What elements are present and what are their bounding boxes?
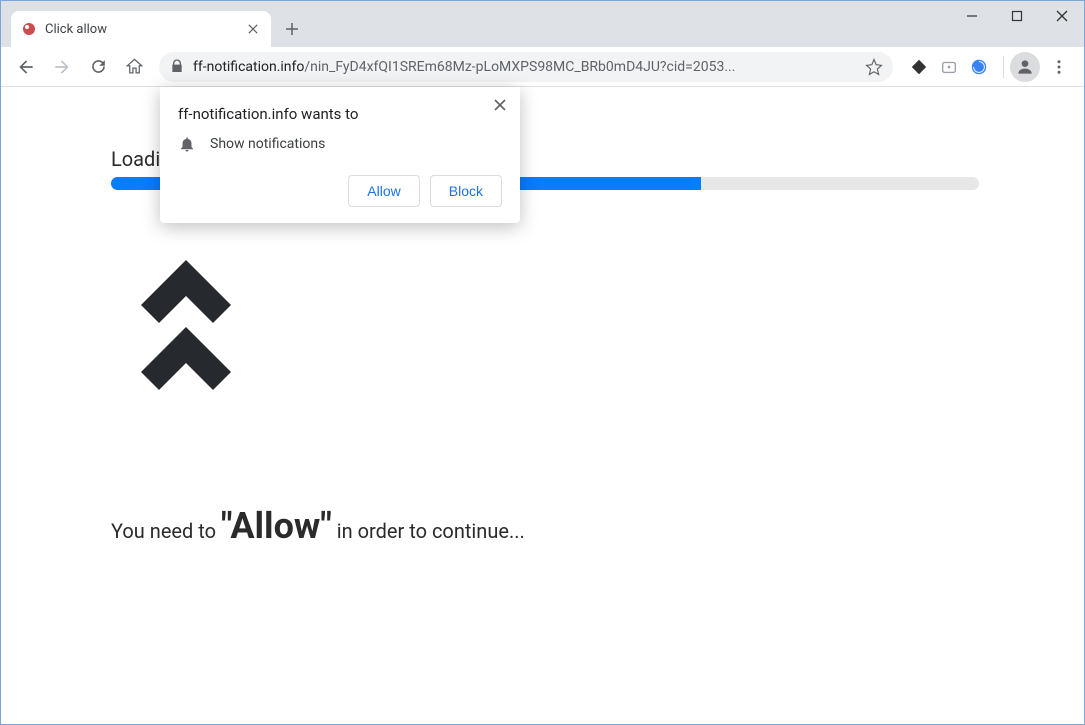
bookmark-button[interactable] xyxy=(865,58,883,76)
prompt-close-button[interactable] xyxy=(492,97,508,113)
extension-icons xyxy=(901,55,997,79)
minimize-button[interactable] xyxy=(949,1,994,31)
extension-icon-1[interactable] xyxy=(907,55,931,79)
plus-icon xyxy=(285,22,299,36)
double-chevron-up-icon xyxy=(131,245,974,390)
prompt-actions: Allow Block xyxy=(178,175,502,207)
instruction-message: You need to "Allow" in order to continue… xyxy=(111,505,974,547)
close-icon xyxy=(248,24,258,34)
home-button[interactable] xyxy=(117,50,151,84)
bell-icon xyxy=(178,135,196,153)
forward-button[interactable] xyxy=(45,50,79,84)
tabs-row: Click allow xyxy=(1,9,307,47)
browser-toolbar: ff-notification.info/nin_FyD4xfQI1SREm68… xyxy=(1,47,1084,87)
tab-favicon-icon xyxy=(21,21,37,37)
address-bar[interactable]: ff-notification.info/nin_FyD4xfQI1SREm68… xyxy=(159,52,893,82)
close-icon xyxy=(1056,10,1068,22)
toolbar-divider xyxy=(1003,56,1004,78)
star-icon xyxy=(865,58,883,76)
msg-part2: in order to continue... xyxy=(332,519,525,543)
title-bar: Click allow xyxy=(1,1,1084,47)
notification-permission-prompt: ff-notification.info wants to Show notif… xyxy=(160,87,520,223)
prompt-permission-text: Show notifications xyxy=(210,136,325,152)
minimize-icon xyxy=(966,10,978,22)
new-tab-button[interactable] xyxy=(277,14,307,44)
extension-icon-2[interactable] xyxy=(937,55,961,79)
extension-icon-3[interactable] xyxy=(967,55,991,79)
reload-icon xyxy=(89,57,108,76)
msg-emphasis: "Allow" xyxy=(221,505,332,547)
arrow-left-icon xyxy=(16,57,36,77)
prompt-permission-row: Show notifications xyxy=(178,135,502,153)
menu-button[interactable] xyxy=(1042,50,1076,84)
url-text: ff-notification.info/nin_FyD4xfQI1SREm68… xyxy=(193,59,859,75)
home-icon xyxy=(125,57,144,76)
reload-button[interactable] xyxy=(81,50,115,84)
prompt-title: ff-notification.info wants to xyxy=(178,105,502,123)
maximize-icon xyxy=(1011,10,1023,22)
window-controls xyxy=(949,1,1084,31)
url-domain: ff-notification.info xyxy=(193,59,304,75)
browser-tab[interactable]: Click allow xyxy=(11,11,271,47)
maximize-button[interactable] xyxy=(994,1,1039,31)
block-button[interactable]: Block xyxy=(430,175,502,207)
user-icon xyxy=(1015,57,1035,77)
kebab-icon xyxy=(1050,58,1068,76)
profile-button[interactable] xyxy=(1010,52,1040,82)
msg-part1: You need to xyxy=(111,519,221,543)
close-window-button[interactable] xyxy=(1039,1,1084,31)
url-path: /nin_FyD4xfQI1SREm68Mz-pLoMXPS98MC_BRb0m… xyxy=(304,59,735,75)
allow-button[interactable]: Allow xyxy=(348,175,419,207)
back-button[interactable] xyxy=(9,50,43,84)
arrow-right-icon xyxy=(52,57,72,77)
tab-title: Click allow xyxy=(45,22,237,37)
close-icon xyxy=(494,99,506,111)
tab-close-button[interactable] xyxy=(245,21,261,37)
lock-icon xyxy=(169,58,187,76)
page-content: Loadin You need to "Allow" in order to c… xyxy=(1,87,1084,724)
